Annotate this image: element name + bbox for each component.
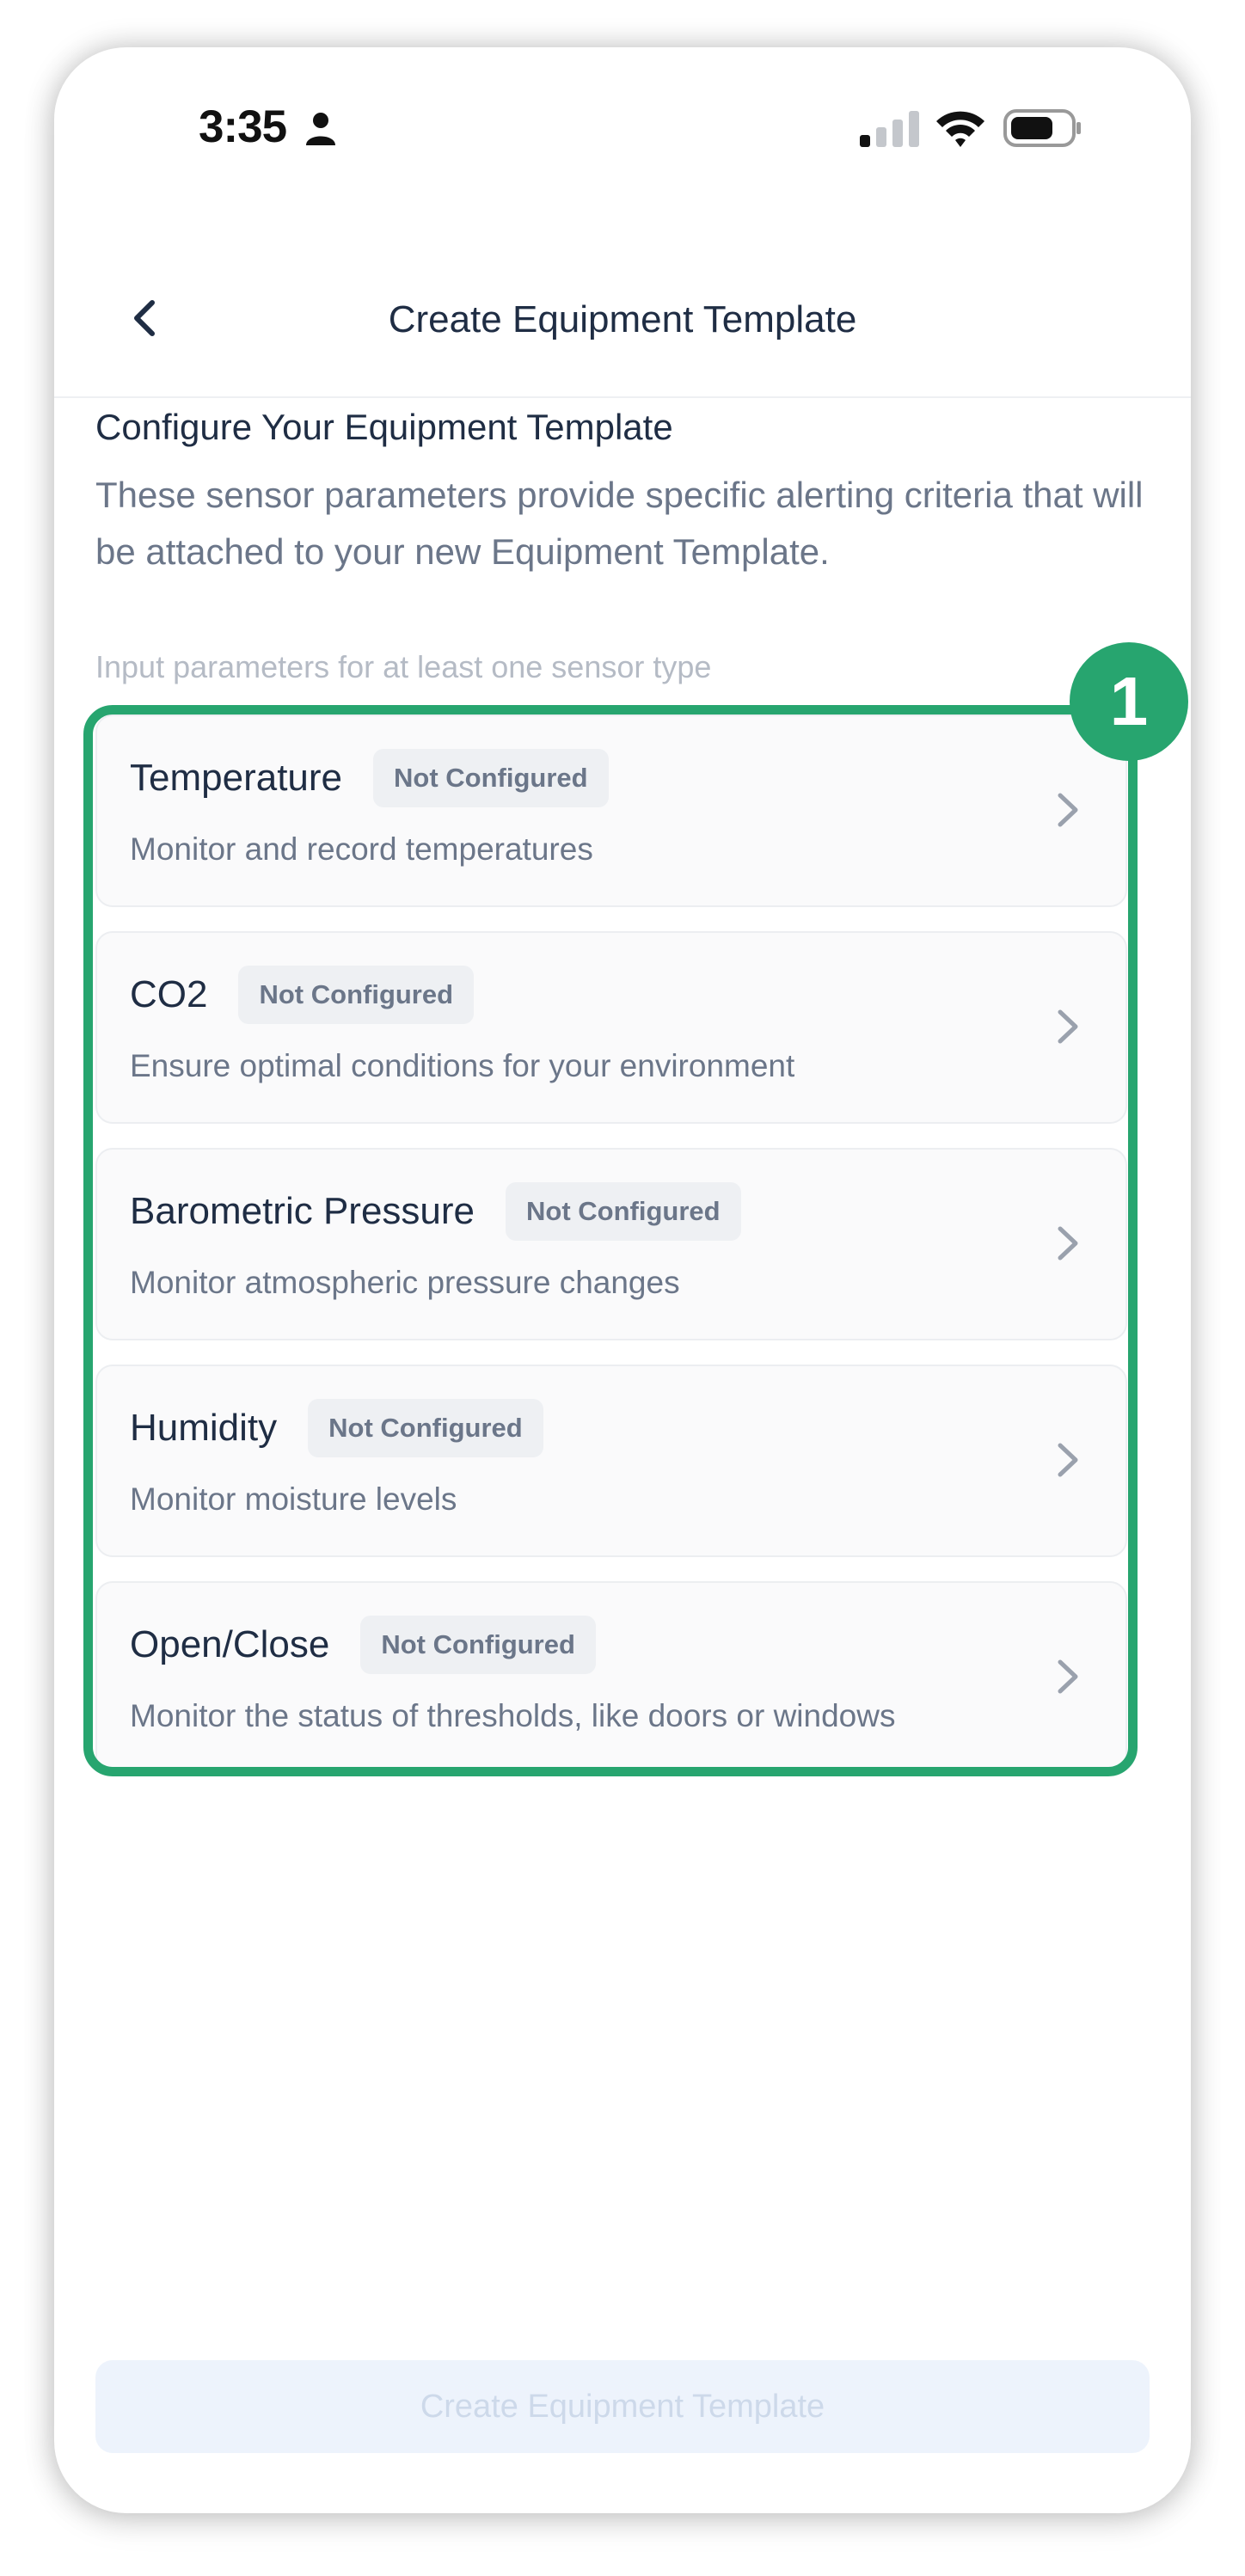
create-template-button[interactable]: Create Equipment Template [95,2360,1150,2453]
highlight-outline [83,705,1138,1776]
phone-screen: 3:35 Create Equipment Template Configure… [54,47,1191,2513]
wifi-icon [936,111,984,147]
status-time: 3:35 [199,101,287,152]
hint-text: Input parameters for at least one sensor… [95,649,712,684]
person-icon [306,113,335,145]
section-title: Configure Your Equipment Template [95,407,673,447]
callout-number-badge: 1 [1070,642,1188,761]
signal-icon [860,111,919,147]
page-title: Create Equipment Template [388,298,857,340]
nav-header: Create Equipment Template [54,254,1191,398]
battery-icon [1003,109,1081,147]
section-description: These sensor parameters provide specific… [95,475,1144,572]
